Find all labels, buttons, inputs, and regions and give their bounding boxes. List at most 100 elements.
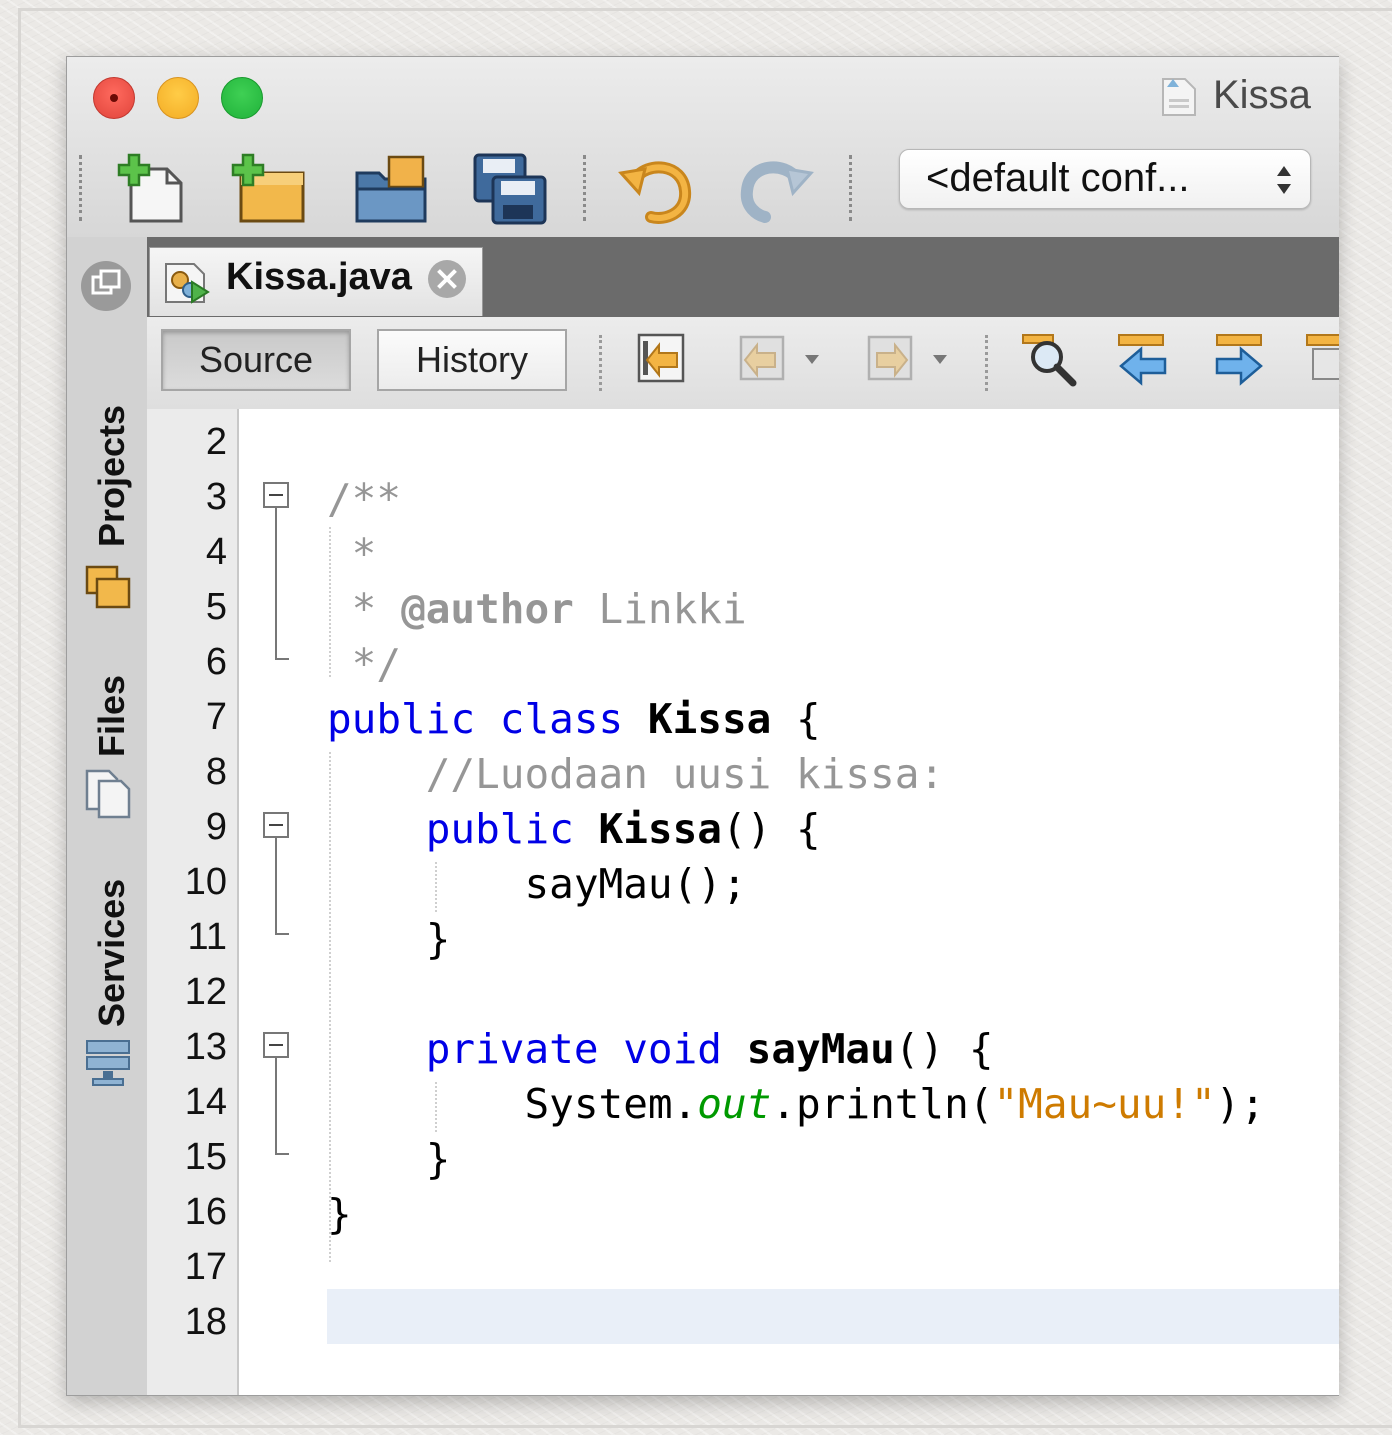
- method-name: sayMau: [746, 1025, 895, 1073]
- line-number-gutter: 2 3 4 5 6 7 8 9 10 11 12 13 14 15 16 17 …: [147, 409, 239, 1395]
- highlight-icon: [1306, 334, 1339, 380]
- window-title: Kissa: [1159, 67, 1311, 123]
- open-folder-icon: [355, 155, 427, 223]
- find-previous-button[interactable]: [1113, 329, 1175, 389]
- code-line-4: *: [327, 530, 377, 578]
- history-view-button[interactable]: History: [377, 329, 567, 391]
- select-arrows-icon: [1277, 166, 1291, 194]
- line-number: 12: [184, 971, 227, 1013]
- new-project-icon: [231, 153, 305, 223]
- line-number: 16: [184, 1191, 227, 1233]
- fold-toggle-icon[interactable]: [263, 482, 289, 508]
- save-all-button[interactable]: [469, 149, 549, 229]
- line-number: 5: [205, 586, 227, 628]
- code-text: );: [1215, 1080, 1266, 1128]
- zoom-window-button[interactable]: [221, 77, 263, 119]
- last-edit-button[interactable]: [635, 329, 691, 389]
- line-number: 7: [205, 696, 227, 738]
- line-number: 2: [205, 421, 227, 463]
- close-window-button[interactable]: [93, 77, 135, 119]
- editor-tab-bar: Kissa.java: [147, 237, 1339, 317]
- editor-tab-kissa-java[interactable]: Kissa.java: [149, 247, 483, 316]
- line-number: 14: [184, 1081, 227, 1123]
- new-project-button[interactable]: [231, 149, 311, 229]
- restore-icon: [91, 269, 121, 295]
- line-number: 17: [184, 1246, 227, 1288]
- code-line-3: /**: [327, 475, 402, 523]
- fold-guide: [275, 838, 277, 933]
- keyword: public: [327, 695, 476, 743]
- code-line-5: * @author Linkki: [327, 582, 747, 637]
- keyword: class: [499, 695, 624, 743]
- configuration-select[interactable]: <default conf...: [899, 149, 1311, 209]
- files-side-tab[interactable]: Files: [77, 675, 137, 827]
- new-file-button[interactable]: [117, 149, 197, 229]
- editor-toolbar: Source History: [147, 317, 1339, 411]
- current-line-highlight: [327, 1289, 1339, 1344]
- line-number: 15: [184, 1136, 227, 1178]
- source-view-button[interactable]: Source: [161, 329, 351, 391]
- editor-tab-label: Kissa.java: [226, 256, 412, 298]
- code-line-15: }: [327, 1135, 451, 1183]
- fold-toggle-icon[interactable]: [263, 812, 289, 838]
- back-icon: [739, 335, 819, 381]
- code-line-13: private void sayMau() {: [327, 1022, 994, 1077]
- fold-guide-end: [275, 933, 289, 935]
- java-class-file-icon: [165, 263, 210, 304]
- fold-toggle-icon[interactable]: [263, 1032, 289, 1058]
- fold-guide-end: [275, 1153, 289, 1155]
- comment-text: *: [327, 585, 402, 633]
- code-line-6: */: [327, 640, 402, 688]
- services-side-tab[interactable]: Services: [77, 879, 137, 1097]
- keyword: private: [425, 1025, 599, 1073]
- fold-guide: [275, 508, 277, 658]
- comment-text: Linkki: [573, 585, 747, 633]
- keyword: void: [623, 1025, 722, 1073]
- line-number: 10: [184, 861, 227, 903]
- fold-guide-end: [275, 658, 289, 660]
- restore-window-group-button[interactable]: [81, 261, 131, 311]
- code-line-10: sayMau();: [327, 860, 747, 908]
- toggle-highlight-button[interactable]: [1303, 329, 1339, 389]
- project-icon: [1162, 78, 1196, 116]
- projects-side-tab[interactable]: Projects: [77, 347, 137, 617]
- line-number: 13: [184, 1026, 227, 1068]
- search-icon: [1022, 334, 1077, 387]
- static-field: out: [697, 1080, 772, 1128]
- code-text: () {: [721, 805, 821, 853]
- forward-button[interactable]: [863, 329, 959, 389]
- code-line-9: public Kissa() {: [327, 802, 821, 857]
- open-project-button[interactable]: [351, 149, 431, 229]
- redo-icon: [740, 161, 814, 223]
- minimize-window-button[interactable]: [157, 77, 199, 119]
- code-line-8: //Luodaan uusi kissa:: [327, 750, 945, 798]
- save-all-icon: [473, 153, 547, 225]
- undo-button[interactable]: [617, 149, 697, 229]
- side-tab-strip: Projects Files Services: [67, 237, 149, 1395]
- code-text: .println(: [771, 1080, 994, 1128]
- back-button[interactable]: [735, 329, 831, 389]
- services-icon: [86, 1040, 130, 1086]
- code-line-16: }: [327, 1190, 352, 1238]
- configuration-value: <default conf...: [926, 156, 1190, 200]
- line-number: 8: [205, 751, 227, 793]
- close-tab-icon[interactable]: [428, 260, 466, 298]
- services-tab-label: Services: [91, 878, 132, 1027]
- last-edit-icon: [637, 333, 685, 383]
- code-line-7: public class Kissa {: [327, 692, 821, 747]
- line-number: 9: [205, 806, 227, 848]
- projects-icon: [85, 565, 131, 609]
- toolbar-separator: [849, 155, 852, 221]
- undo-icon: [618, 161, 692, 224]
- javadoc-tag: @author: [401, 585, 574, 633]
- find-previous-icon: [1118, 334, 1167, 386]
- fold-guide: [275, 1058, 277, 1153]
- find-next-button[interactable]: [1207, 329, 1269, 389]
- find-button[interactable]: [1019, 329, 1081, 389]
- constructor-name: Kissa: [598, 805, 722, 853]
- string-literal: "Mau~uu!": [993, 1080, 1216, 1128]
- forward-icon: [867, 335, 947, 381]
- code-editor[interactable]: /** * * @author Linkki */ public class K…: [239, 409, 1339, 1395]
- redo-button[interactable]: [735, 149, 815, 229]
- toolbar-separator: [583, 155, 586, 221]
